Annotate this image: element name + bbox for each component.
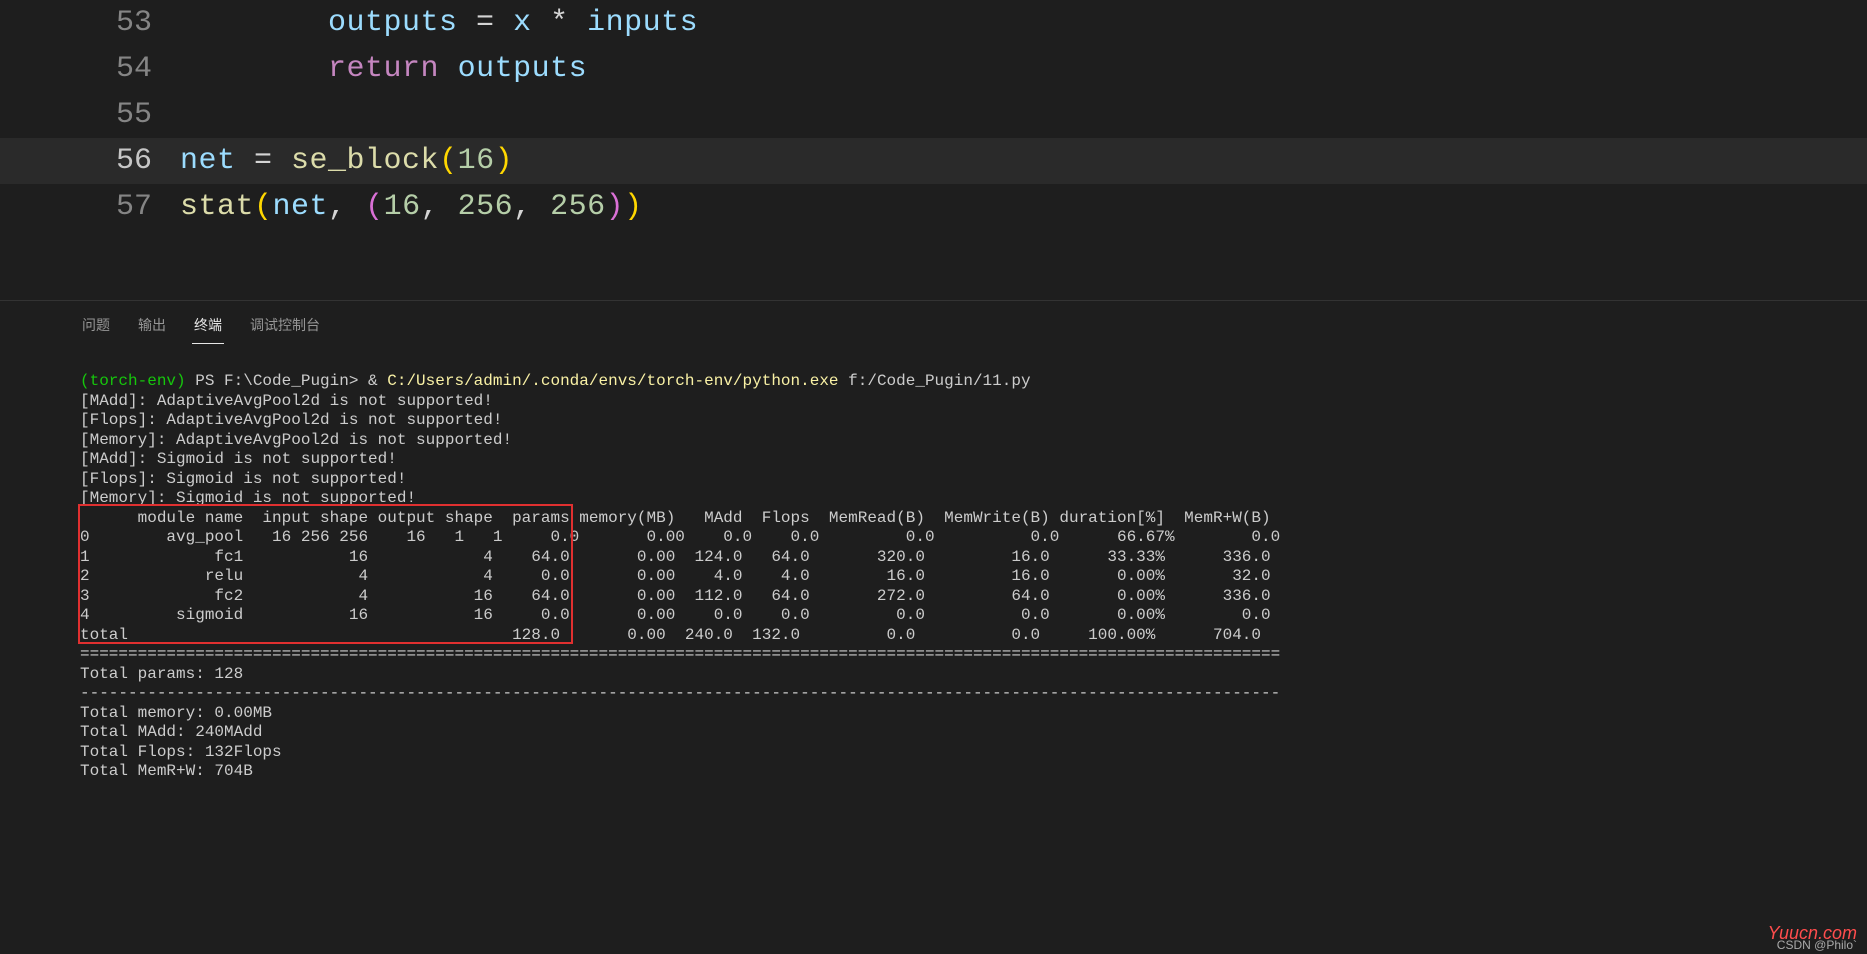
code-content[interactable]: return outputs (180, 52, 587, 86)
panel-tab[interactable]: 调试控制台 (248, 311, 322, 344)
panel-tab[interactable]: 问题 (80, 311, 112, 344)
terminal-line: [Flops]: Sigmoid is not supported! (80, 470, 1867, 490)
code-content[interactable]: outputs = x * inputs (180, 6, 698, 40)
panel-tab[interactable]: 输出 (136, 311, 168, 344)
code-content[interactable]: stat(net, (16, 256, 256)) (180, 190, 643, 224)
code-content[interactable]: net = se_block(16) (180, 144, 513, 178)
bottom-panel: 问题输出终端调试控制台 (torch-env) PS F:\Code_Pugin… (0, 300, 1867, 954)
terminal-line: [Memory]: Sigmoid is not supported! (80, 489, 1867, 509)
terminal-line: 4 sigmoid 16 16 0.0 0.00 0.0 0.0 0.0 0.0… (80, 606, 1867, 626)
terminal-line: [MAdd]: Sigmoid is not supported! (80, 450, 1867, 470)
code-line[interactable]: 53 outputs = x * inputs (0, 0, 1867, 46)
terminal-line: 2 relu 4 4 0.0 0.00 4.0 4.0 16.0 16.0 0.… (80, 567, 1867, 587)
terminal-line: 3 fc2 4 16 64.0 0.00 112.0 64.0 272.0 64… (80, 587, 1867, 607)
terminal-line: Total MAdd: 240MAdd (80, 723, 1867, 743)
terminal-output[interactable]: (torch-env) PS F:\Code_Pugin> & C:/Users… (80, 344, 1867, 782)
panel-tabs: 问题输出终端调试控制台 (80, 301, 1867, 344)
terminal-line: ========================================… (80, 645, 1867, 665)
terminal-line: Total MemR+W: 704B (80, 762, 1867, 782)
terminal-line: Total params: 128 (80, 665, 1867, 685)
terminal-line: [Memory]: AdaptiveAvgPool2d is not suppo… (80, 431, 1867, 451)
line-number: 55 (0, 98, 180, 132)
panel-tab[interactable]: 终端 (192, 311, 224, 344)
line-number: 57 (0, 190, 180, 224)
code-line[interactable]: 54 return outputs (0, 46, 1867, 92)
terminal-line: Total Flops: 132Flops (80, 743, 1867, 763)
editor-pane[interactable]: 53 outputs = x * inputs54 return outputs… (0, 0, 1867, 300)
watermark-csdn: CSDN @Philo` (1777, 938, 1857, 952)
terminal-line: [MAdd]: AdaptiveAvgPool2d is not support… (80, 392, 1867, 412)
line-number: 54 (0, 52, 180, 86)
terminal-line: 0 avg_pool 16 256 256 16 1 1 0.0 0.00 0.… (80, 528, 1867, 548)
code-line[interactable]: 57stat(net, (16, 256, 256)) (0, 184, 1867, 230)
code-line[interactable]: 56net = se_block(16) (0, 138, 1867, 184)
line-number: 56 (0, 144, 180, 178)
terminal-line: 1 fc1 16 4 64.0 0.00 124.0 64.0 320.0 16… (80, 548, 1867, 568)
terminal-line: (torch-env) PS F:\Code_Pugin> & C:/Users… (80, 372, 1867, 392)
code-line[interactable]: 55 (0, 92, 1867, 138)
terminal-line: ----------------------------------------… (80, 684, 1867, 704)
line-number: 53 (0, 6, 180, 40)
terminal-line: Total memory: 0.00MB (80, 704, 1867, 724)
terminal-line: [Flops]: AdaptiveAvgPool2d is not suppor… (80, 411, 1867, 431)
terminal-line: module name input shape output shape par… (80, 509, 1867, 529)
terminal-line: total 128.0 0.00 240.0 132.0 0.0 0.0 100… (80, 626, 1867, 646)
